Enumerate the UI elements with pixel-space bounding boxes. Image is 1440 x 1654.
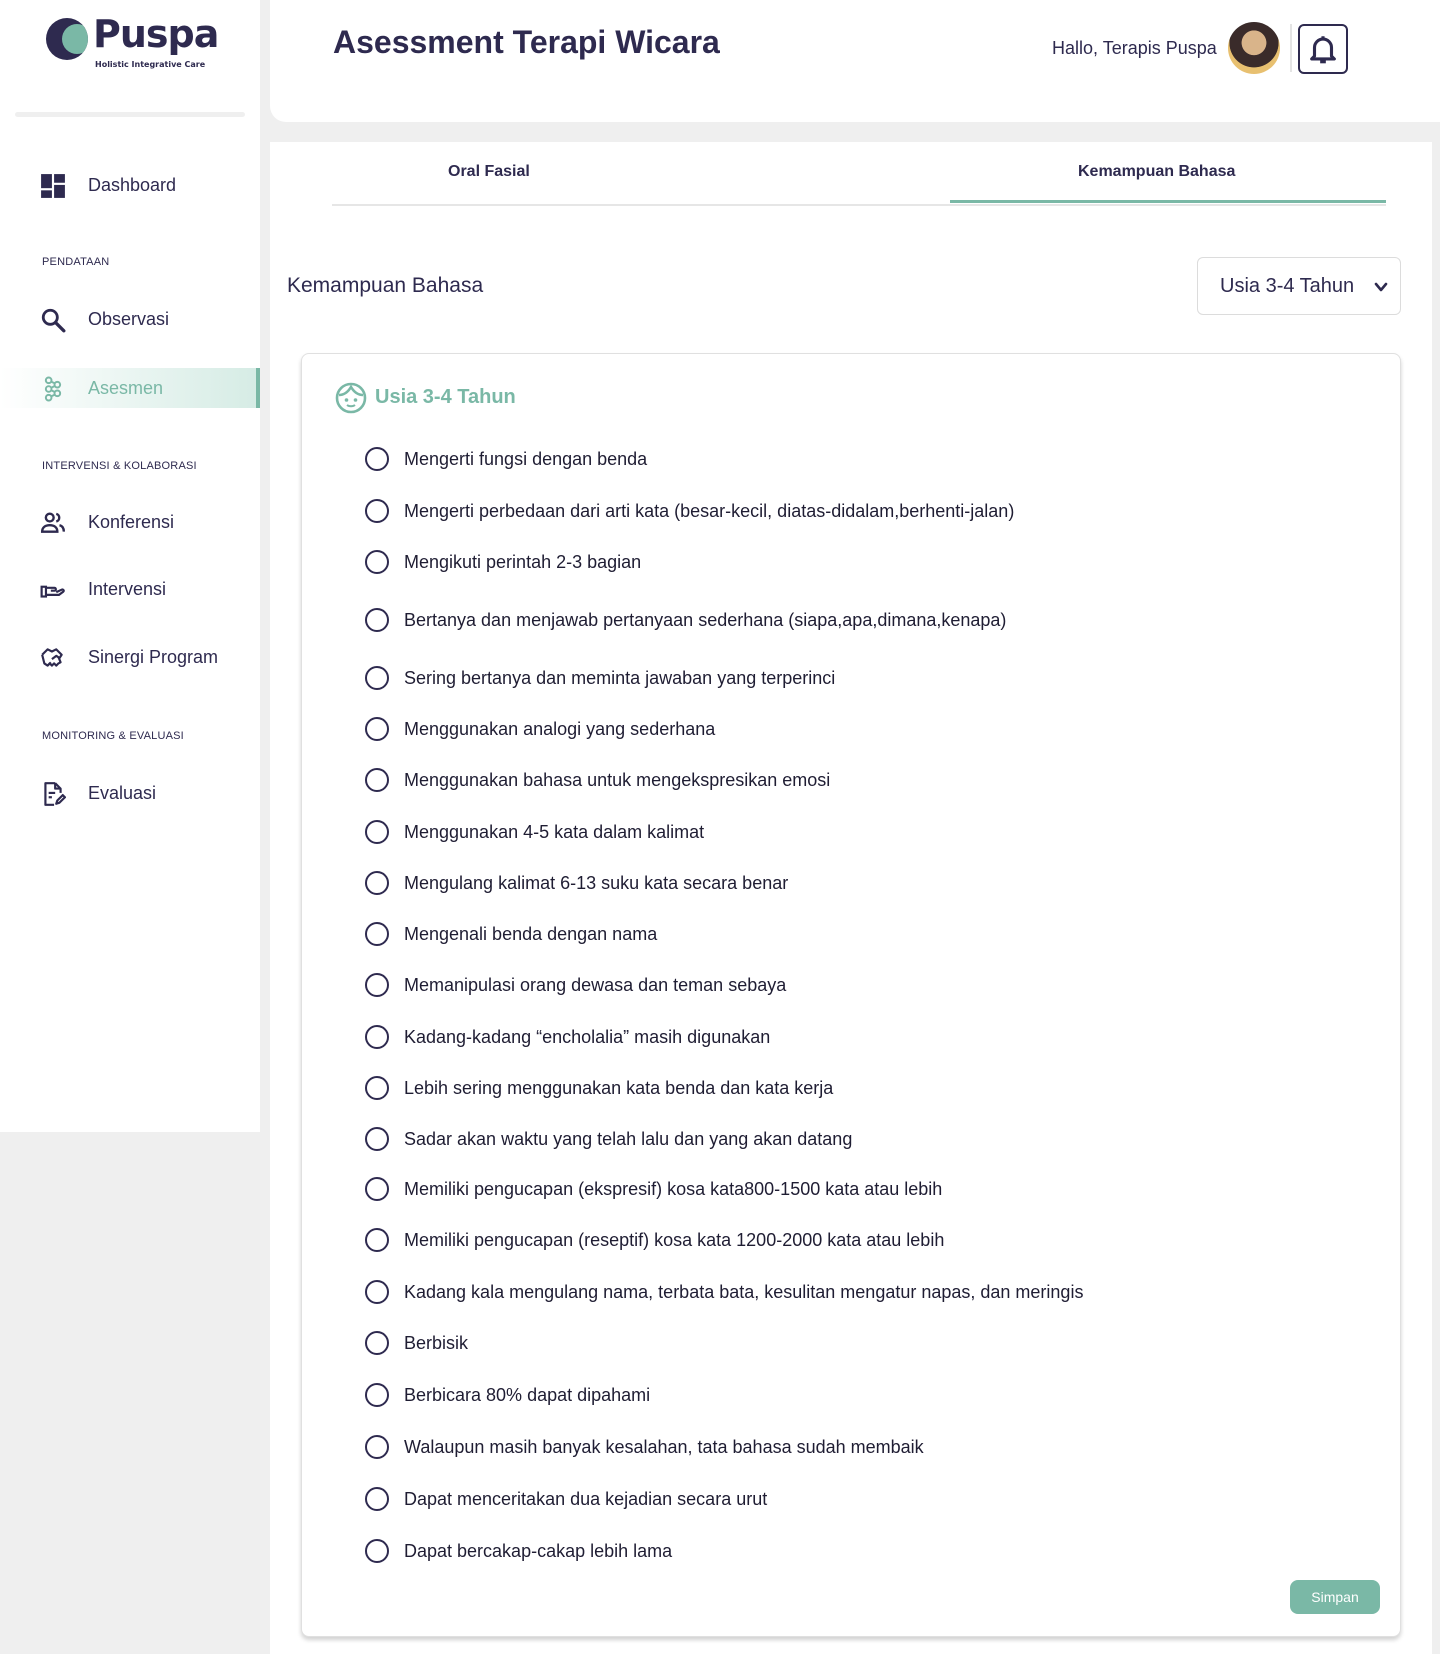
save-button[interactable]: Simpan <box>1290 1580 1380 1614</box>
sidebar-item-observasi[interactable]: Observasi <box>0 299 260 339</box>
header-divider <box>1290 24 1292 72</box>
radio-icon[interactable] <box>365 1331 389 1355</box>
checklist-item-label: Mengerti perbedaan dari arti kata (besar… <box>404 501 1015 521</box>
radio-icon[interactable] <box>365 1228 389 1252</box>
bell-icon <box>1310 36 1336 64</box>
checklist-item-label: Sadar akan waktu yang telah lalu dan yan… <box>404 1129 853 1149</box>
checklist-item-label: Menggunakan 4-5 kata dalam kalimat <box>404 822 705 842</box>
notification-button[interactable] <box>1298 24 1348 74</box>
sidebar-item-label: Intervensi <box>88 579 167 599</box>
age-select-value: Usia 3-4 Tahun <box>1220 275 1355 297</box>
radio-icon[interactable] <box>365 608 389 632</box>
sidebar-item-konferensi[interactable]: Konferensi <box>0 502 260 542</box>
radio-icon[interactable] <box>365 820 389 844</box>
handshake-icon <box>41 648 63 667</box>
checklist-item-label: Kadang kala mengulang nama, terbata bata… <box>404 1282 1084 1302</box>
checklist-item-label: Memiliki pengucapan (ekspresif) kosa kat… <box>404 1179 943 1199</box>
checklist-item-label: Berbicara 80% dapat dipahami <box>404 1385 651 1405</box>
sidebar-item-label: Dashboard <box>88 175 177 195</box>
radio-icon[interactable] <box>365 973 389 997</box>
sidebar-item-label: Evaluasi <box>88 783 157 803</box>
checklist-item-label: Memanipulasi orang dewasa dan teman seba… <box>404 975 787 995</box>
checklist-item-label: Dapat menceritakan dua kejadian secara u… <box>404 1489 768 1509</box>
puspa-logo[interactable]: Puspa Holistic Integrative Care <box>46 12 219 74</box>
radio-icon[interactable] <box>365 447 389 471</box>
radio-icon[interactable] <box>365 666 389 690</box>
radio-icon[interactable] <box>365 550 389 574</box>
checklist-item-label: Menggunakan bahasa untuk mengekspresikan… <box>404 770 831 790</box>
checklist-item-label: Menggunakan analogi yang sederhana <box>404 719 716 739</box>
checklist-item-label: Lebih sering menggunakan kata benda dan … <box>404 1078 834 1098</box>
checklist-item-label: Mengikuti perintah 2-3 bagian <box>404 552 642 572</box>
radio-icon[interactable] <box>365 1280 389 1304</box>
page-title: Asessment Terapi Wicara <box>333 24 720 60</box>
section-title: Kemampuan Bahasa <box>287 274 484 297</box>
checklist-item-label: Walaupun masih banyak kesalahan, tata ba… <box>404 1437 924 1457</box>
radio-icon[interactable] <box>365 1177 389 1201</box>
molecule-icon <box>44 376 62 402</box>
tab-kemampuan-bahasa[interactable]: Kemampuan Bahasa <box>1078 163 1235 181</box>
tab-oral-fasial[interactable]: Oral Fasial <box>448 163 530 181</box>
radio-icon[interactable] <box>365 1435 389 1459</box>
section-label-intervensi: INTERVENSI & KOLABORASI <box>42 460 197 472</box>
radio-icon[interactable] <box>365 1487 389 1511</box>
sidebar-item-label: Observasi <box>88 309 170 329</box>
sidebar-item-dashboard[interactable]: Dashboard <box>0 165 260 205</box>
document-edit-icon <box>44 782 66 806</box>
hand-icon <box>40 585 65 598</box>
checklist-item-label: Mengulang kalimat 6-13 suku kata secara … <box>404 873 789 893</box>
age-select[interactable]: Usia 3-4 Tahun <box>1197 257 1401 315</box>
active-tab-indicator <box>950 200 1386 203</box>
section-label-monitoring: MONITORING & EVALUASI <box>42 730 184 742</box>
checklist-item-label: Mengerti fungsi dengan benda <box>404 449 648 469</box>
sidebar-item-label: Asesmen <box>88 378 164 398</box>
radio-icon[interactable] <box>365 1539 389 1563</box>
sidebar-divider <box>15 112 245 117</box>
checklist-item-label: Memiliki pengucapan (reseptif) kosa kata… <box>404 1230 945 1250</box>
chevron-down-icon <box>1374 282 1388 292</box>
radio-icon[interactable] <box>365 1076 389 1100</box>
sidebar-item-label: Konferensi <box>88 512 175 532</box>
checklist-item-label: Dapat bercakap-cakap lebih lama <box>404 1541 673 1561</box>
greeting-text: Hallo, Terapis Puspa <box>1052 38 1217 58</box>
radio-icon[interactable] <box>365 1127 389 1151</box>
sidebar: Puspa Holistic Integrative Care Dashboar… <box>0 0 260 1132</box>
avatar[interactable] <box>1228 22 1280 74</box>
checklist-item-label: Mengenali benda dengan nama <box>404 924 658 944</box>
radio-icon[interactable] <box>365 1025 389 1049</box>
checklist-item-label: Sering bertanya dan meminta jawaban yang… <box>404 668 836 688</box>
sidebar-item-sinergi-program[interactable]: Sinergi Program <box>0 637 260 677</box>
logo-tagline: Holistic Integrative Care <box>95 60 206 69</box>
radio-icon[interactable] <box>365 922 389 946</box>
sidebar-item-asesmen[interactable]: Asesmen <box>0 368 260 408</box>
card-title: Usia 3-4 Tahun <box>375 386 516 408</box>
people-icon <box>40 512 66 533</box>
sidebar-item-evaluasi[interactable]: Evaluasi <box>0 773 260 813</box>
checklist-item-label: Berbisik <box>404 1333 469 1353</box>
child-face-icon <box>335 382 367 414</box>
logo-wordmark: Puspa <box>93 12 219 56</box>
sidebar-item-intervensi[interactable]: Intervensi <box>0 569 260 609</box>
section-label-pendataan: PENDATAAN <box>42 256 110 268</box>
checklist-item-label: Bertanya dan menjawab pertanyaan sederha… <box>404 610 1007 630</box>
radio-icon[interactable] <box>365 871 389 895</box>
search-icon <box>41 308 66 333</box>
logo-mark-icon <box>46 18 88 60</box>
radio-icon[interactable] <box>365 499 389 523</box>
radio-icon[interactable] <box>365 1383 389 1407</box>
radio-icon[interactable] <box>365 768 389 792</box>
radio-icon[interactable] <box>365 717 389 741</box>
dashboard-icon <box>41 174 65 198</box>
checklist-item-label: Kadang-kadang “encholalia” masih digunak… <box>404 1027 771 1047</box>
sidebar-item-label: Sinergi Program <box>88 647 219 667</box>
